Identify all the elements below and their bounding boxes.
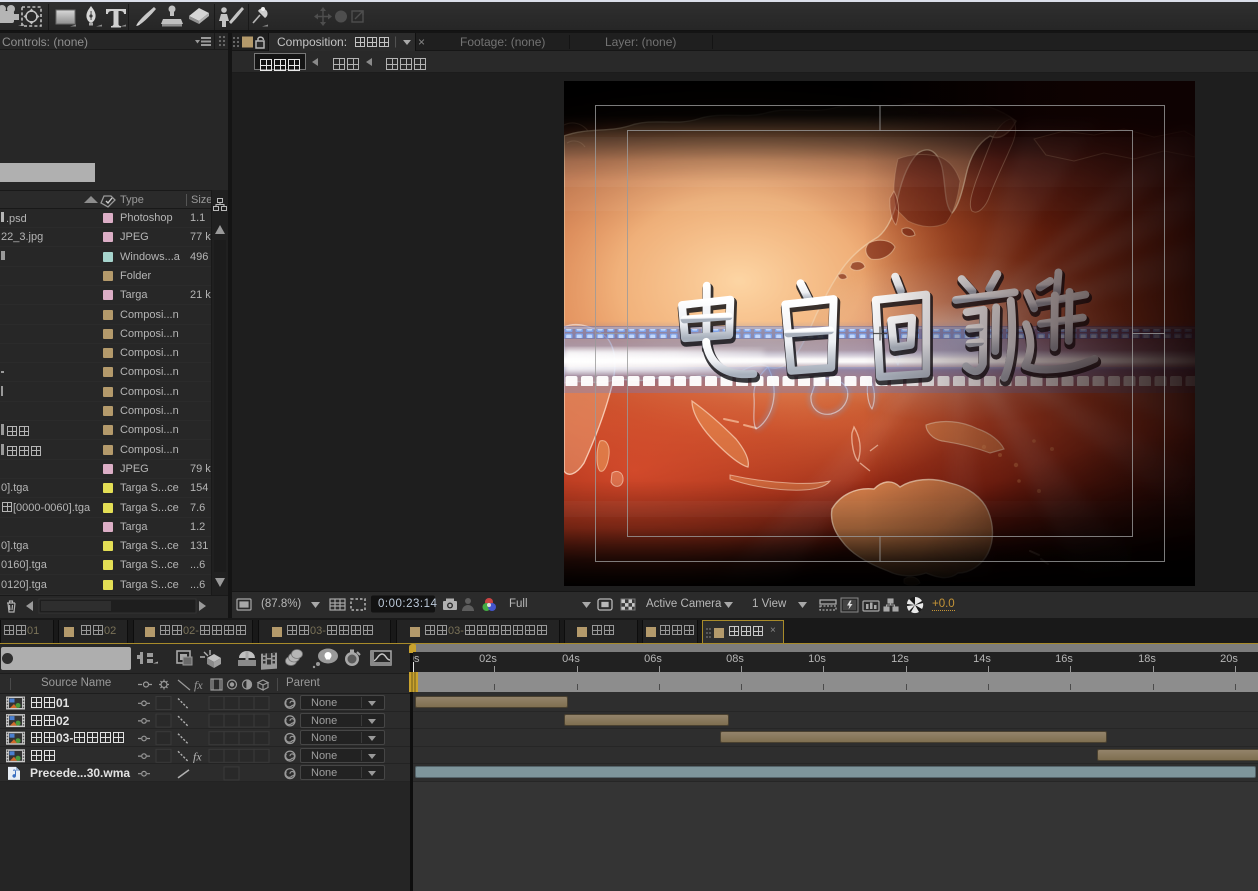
svg-text:fx: fx — [193, 750, 202, 764]
svg-text:fx: fx — [194, 678, 203, 692]
